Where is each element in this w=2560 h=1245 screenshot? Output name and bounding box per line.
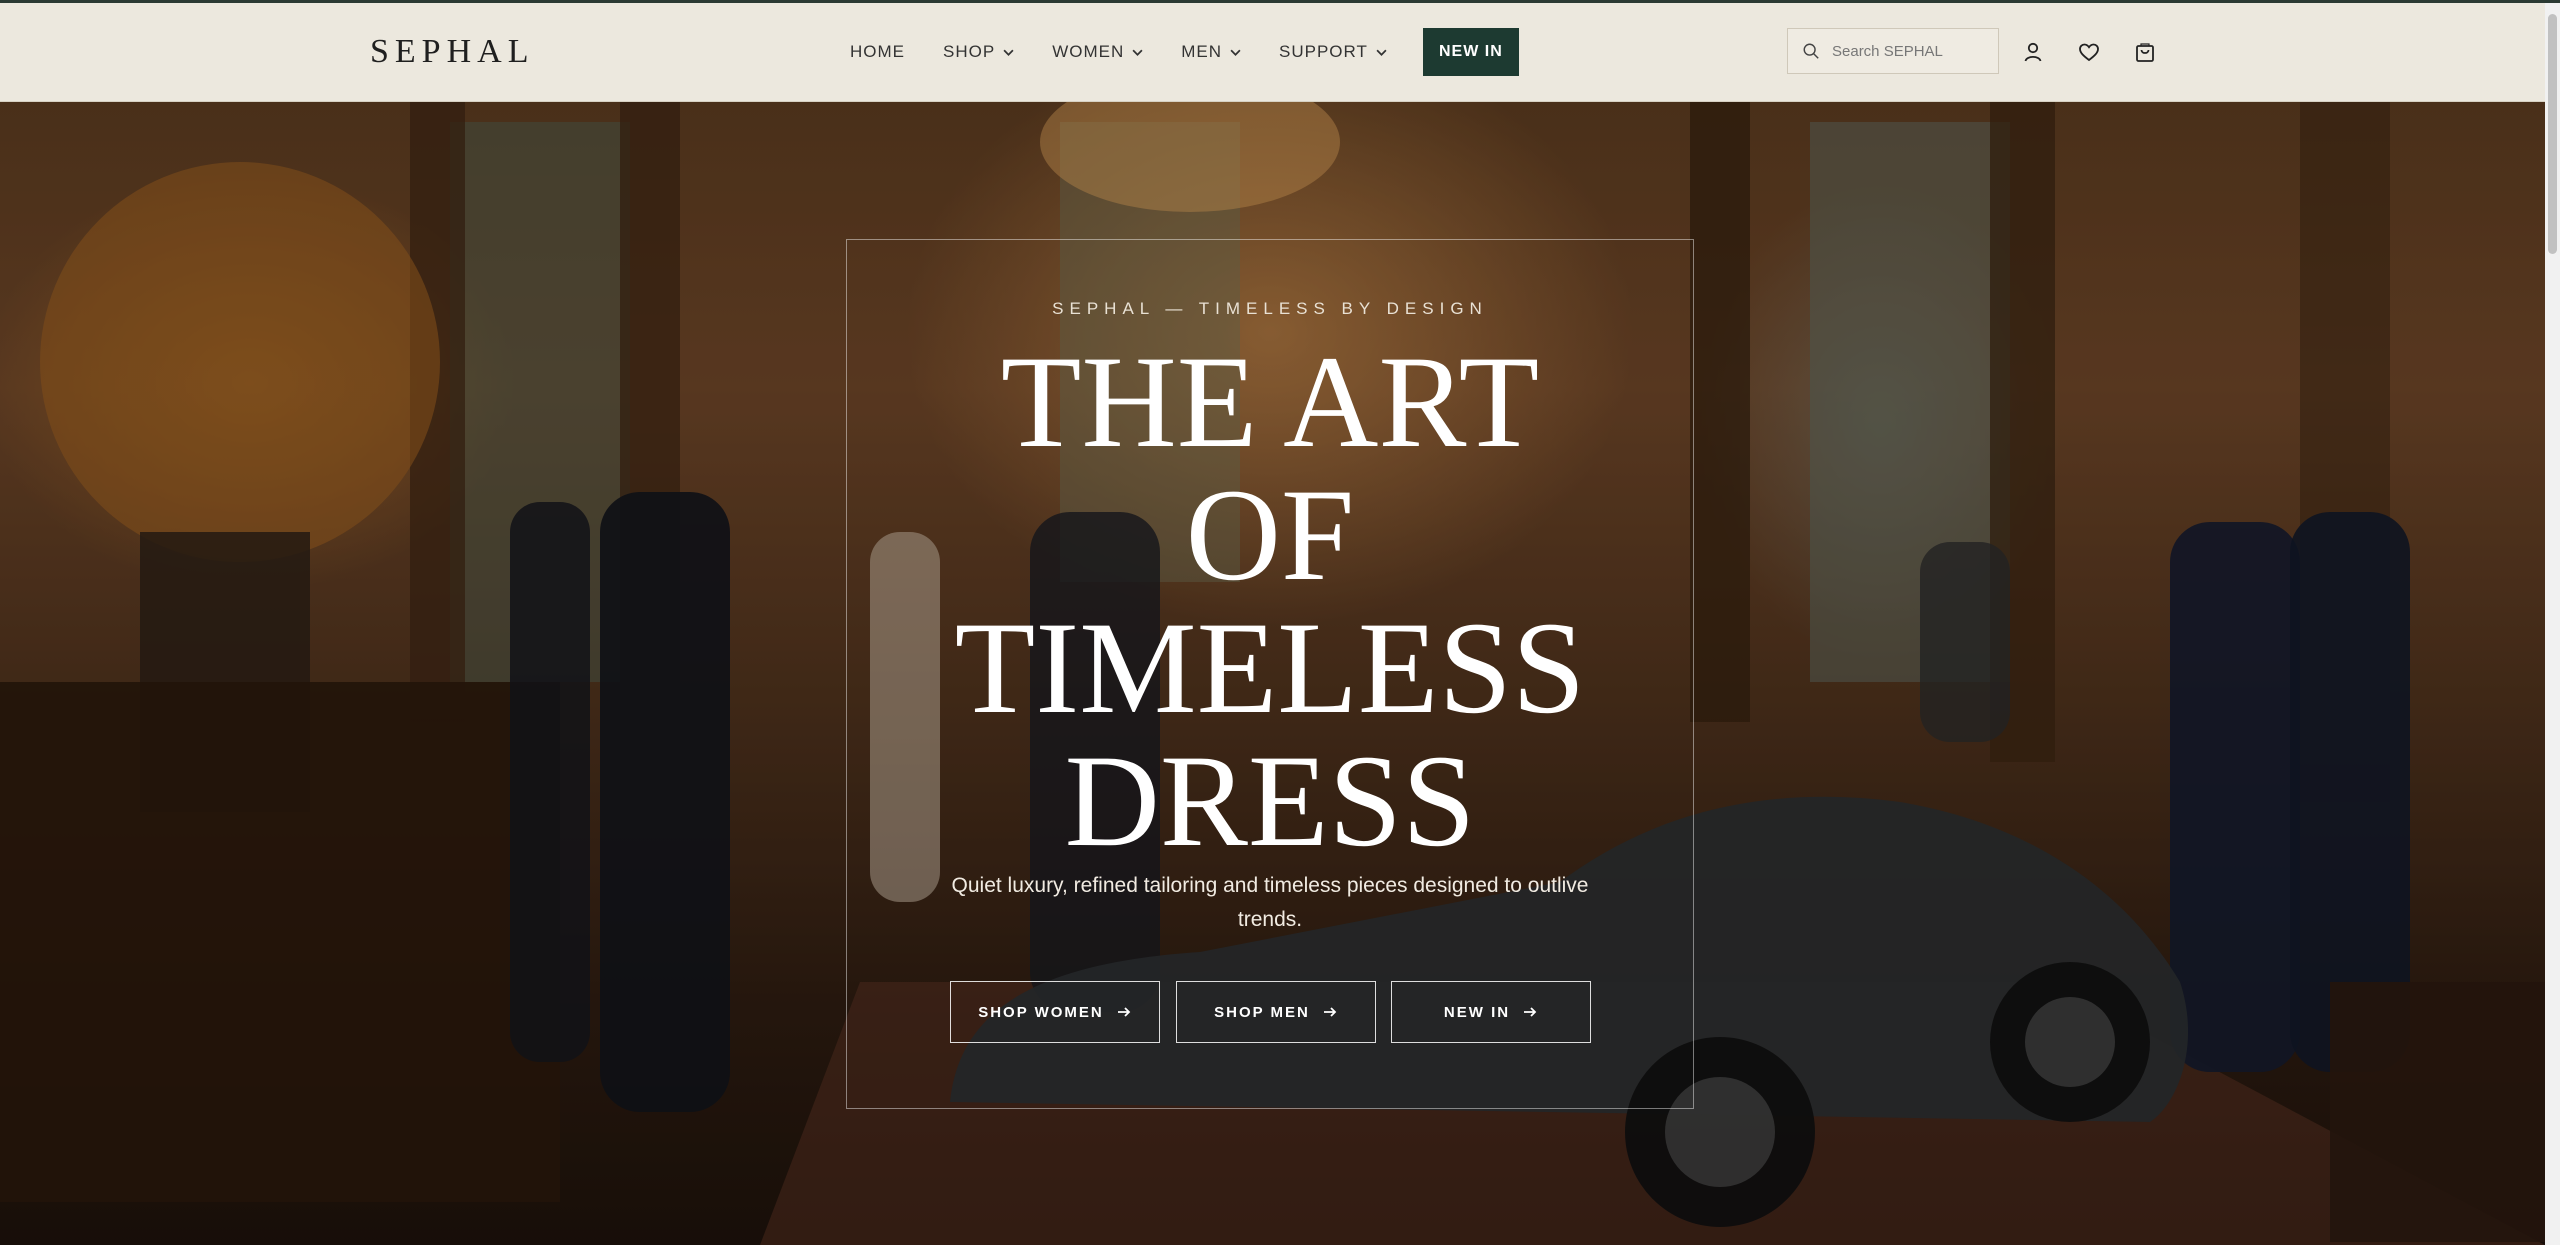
site-header: SEPHAL HOME SHOP WOMEN MEN SUPPORT NEW I… (0, 3, 2545, 102)
hero-new-in-label: NEW IN (1443, 1003, 1511, 1021)
hero-section: SEPHAL — TIMELESS BY DESIGN THE ART OF T… (0, 102, 2545, 1245)
nav-men-label: MEN (1181, 42, 1223, 61)
search-input[interactable] (1830, 41, 1994, 61)
nav-new-in-button[interactable]: NEW IN (1422, 28, 1519, 76)
account-icon (2024, 42, 2042, 62)
hero-tagline: SEPHAL — TIMELESS BY DESIGN (1052, 299, 1488, 318)
main-nav: HOME SHOP WOMEN MEN SUPPORT NEW IN (850, 27, 1519, 77)
headline-line-1: THE ART (1000, 328, 1540, 475)
shop-men-label: SHOP MEN (1214, 1003, 1310, 1021)
nav-home-label: HOME (850, 42, 905, 61)
nav-support[interactable]: SUPPORT (1279, 42, 1387, 62)
arrow-right-icon (1323, 1007, 1337, 1017)
hero-headline: THE ART OF TIMELESS DRESS (846, 335, 1694, 867)
hero-subtitle: Quiet luxury, refined tailoring and time… (951, 874, 1589, 931)
scrollbar-thumb[interactable] (2548, 14, 2557, 254)
nav-women-label: WOMEN (1052, 42, 1125, 61)
nav-women[interactable]: WOMEN (1052, 42, 1143, 62)
hero-new-in-button[interactable]: NEW IN (1391, 981, 1591, 1043)
headline-line-4: DRESS (1064, 727, 1476, 874)
search-icon (1803, 43, 1819, 59)
chevron-down-icon (1230, 49, 1241, 56)
shopping-bag-icon (2136, 43, 2154, 62)
wishlist-button[interactable] (2077, 40, 2101, 64)
headline-line-2: OF (1185, 461, 1355, 608)
chevron-down-icon (1376, 49, 1387, 56)
nav-support-label: SUPPORT (1279, 42, 1368, 61)
shop-women-button[interactable]: SHOP WOMEN (950, 981, 1160, 1043)
nav-home[interactable]: HOME (850, 42, 905, 62)
nav-shop[interactable]: SHOP (943, 42, 1014, 62)
wishlist-heart-icon (2079, 43, 2099, 62)
nav-shop-label: SHOP (943, 42, 996, 61)
search-box[interactable] (1787, 28, 1999, 74)
cart-button[interactable] (2133, 40, 2157, 64)
account-button[interactable] (2021, 40, 2045, 64)
nav-men[interactable]: MEN (1181, 42, 1241, 62)
site-logo[interactable]: SEPHAL (370, 33, 534, 71)
shop-women-label: SHOP WOMEN (978, 1003, 1104, 1021)
shop-men-button[interactable]: SHOP MEN (1176, 981, 1376, 1043)
headline-line-3: TIMELESS (954, 594, 1586, 741)
chevron-down-icon (1003, 49, 1014, 56)
chevron-down-icon (1132, 49, 1143, 56)
arrow-right-icon (1524, 1007, 1537, 1017)
arrow-right-icon (1117, 1007, 1131, 1017)
